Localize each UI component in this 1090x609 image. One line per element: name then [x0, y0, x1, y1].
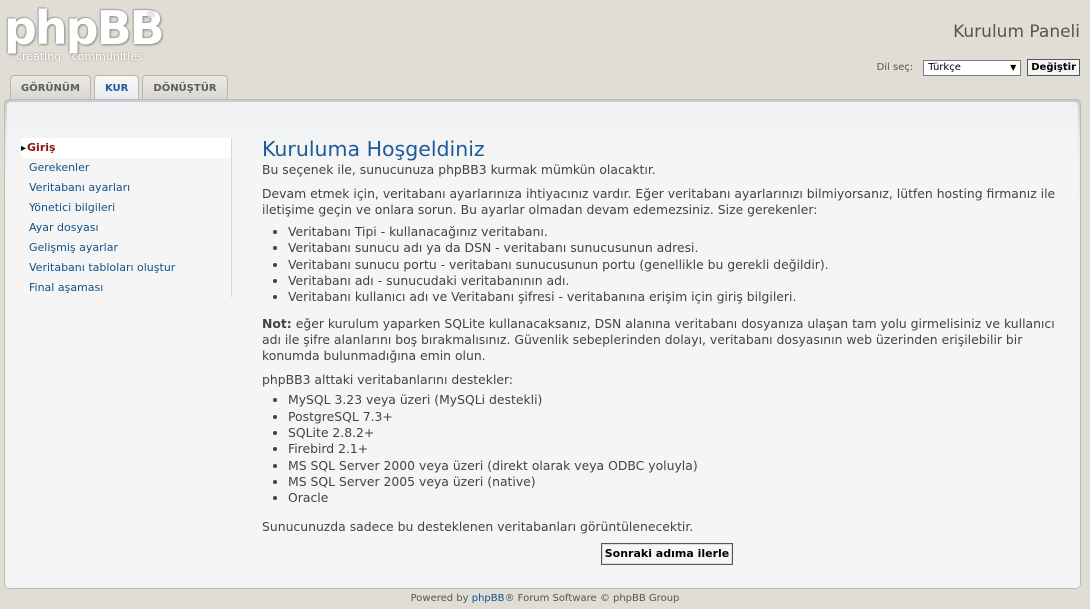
sidebar-item-config-file[interactable]: Ayar dosyası: [21, 218, 231, 238]
footer-suffix: ® Forum Software © phpBB Group: [504, 593, 680, 604]
note-label: Not:: [262, 316, 292, 332]
sqlite-note: Not: eğer kurulum yaparken SQLite kullan…: [262, 316, 1062, 364]
sidebar-item-label: Giriş: [27, 141, 56, 154]
list-item: Firebird 2.1+: [288, 441, 1062, 457]
footer-prefix: Powered by: [410, 593, 472, 604]
note-text: eğer kurulum yaparken SQLite kullanacaks…: [262, 316, 1055, 364]
tab-convert[interactable]: DÖNÜŞTÜR: [142, 75, 228, 100]
arrow-right-icon: ▸: [21, 143, 27, 154]
logo-text: phpBB: [4, 1, 165, 55]
list-item: MS SQL Server 2000 veya üzeri (direkt ol…: [288, 458, 1062, 474]
closing-text: Sunucunuzda sadece bu desteklenen verita…: [262, 518, 694, 534]
content-title: Kuruluma Hoşgeldiniz: [262, 137, 485, 161]
logo-registered-mark: ®: [146, 10, 156, 21]
language-label: Dil seç:: [876, 62, 914, 73]
footer-phpbb-link[interactable]: phpBB: [472, 593, 505, 604]
main-tabs: GÖRÜNÜM KUR DÖNÜŞTÜR: [10, 75, 228, 101]
install-steps-menu: ▸Giriş Gerekenler Veritabanı ayarları Yö…: [21, 138, 232, 297]
language-switcher: Dil seç: Türkçe ▼ Değiştir: [877, 59, 1080, 76]
intro-text: Bu seçenek ile, sunucunuza phpBB3 kurmak…: [262, 162, 656, 177]
sidebar-item-admin-details[interactable]: Yönetici bilgileri: [21, 198, 231, 218]
sidebar-item-requirements[interactable]: Gerekenler: [21, 158, 231, 178]
footer: Powered by phpBB® Forum Software © phpBB…: [0, 593, 1090, 604]
list-item: Oracle: [288, 490, 1062, 506]
list-item: PostgreSQL 7.3+: [288, 409, 1062, 425]
sidebar-item-advanced-settings[interactable]: Gelişmiş ayarlar: [21, 238, 231, 258]
install-panel-body: ▸Giriş Gerekenler Veritabanı ayarları Yö…: [7, 102, 1078, 586]
sidebar-item-database-settings[interactable]: Veritabanı ayarları: [21, 178, 231, 198]
supported-databases-list: MySQL 3.23 veya üzeri (MySQLi destekli) …: [288, 392, 1062, 506]
install-panel: ▸Giriş Gerekenler Veritabanı ayarları Yö…: [4, 99, 1081, 589]
list-item: MySQL 3.23 veya üzeri (MySQLi destekli): [288, 392, 1062, 408]
next-button-row: Sonraki adıma ilerle: [262, 535, 1062, 565]
main-content: Kuruluma Hoşgeldiniz Bu seçenek ile, sun…: [262, 136, 1062, 565]
list-item: Veritabanı Tipi - kullanacağınız veritab…: [288, 224, 1062, 240]
tab-install[interactable]: KUR: [93, 75, 140, 101]
list-item: MS SQL Server 2005 veya üzeri (native): [288, 474, 1062, 490]
sidebar-item-intro[interactable]: ▸Giriş: [21, 138, 231, 158]
language-selected-value: Türkçe: [928, 62, 961, 73]
sidebar-item-create-tables[interactable]: Veritabanı tabloları oluştur: [21, 258, 231, 278]
next-step-button[interactable]: Sonraki adıma ilerle: [600, 542, 734, 565]
list-item: Veritabanı sunucu portu - veritabanı sun…: [288, 257, 1062, 273]
list-item: Veritabanı adı - sunucudaki veritabanını…: [288, 273, 1062, 289]
page-title: Kurulum Paneli: [953, 22, 1080, 42]
list-item: Veritabanı kullanıcı adı ve Veritabanı ş…: [288, 289, 1062, 305]
logo-tagline: creating communities: [16, 50, 143, 63]
list-item: Veritabanı sunucu adı ya da DSN - verita…: [288, 240, 1062, 256]
requirements-list: Veritabanı Tipi - kullanacağınız veritab…: [288, 224, 1062, 305]
chevron-down-icon: ▼: [1010, 63, 1017, 72]
language-select[interactable]: Türkçe ▼: [923, 59, 1022, 76]
supported-databases-intro: phpBB3 alttaki veritabanlarını destekler…: [262, 372, 514, 388]
requirements-intro: Devam etmek için, veritabanı ayarlarınız…: [262, 186, 1056, 217]
tab-overview[interactable]: GÖRÜNÜM: [10, 75, 91, 100]
sidebar-item-final-stage[interactable]: Final aşaması: [21, 278, 231, 298]
list-item: SQLite 2.8.2+: [288, 425, 1062, 441]
change-language-button[interactable]: Değiştir: [1027, 59, 1080, 76]
phpbb-logo[interactable]: phpBB ® creating communities: [4, 1, 165, 66]
